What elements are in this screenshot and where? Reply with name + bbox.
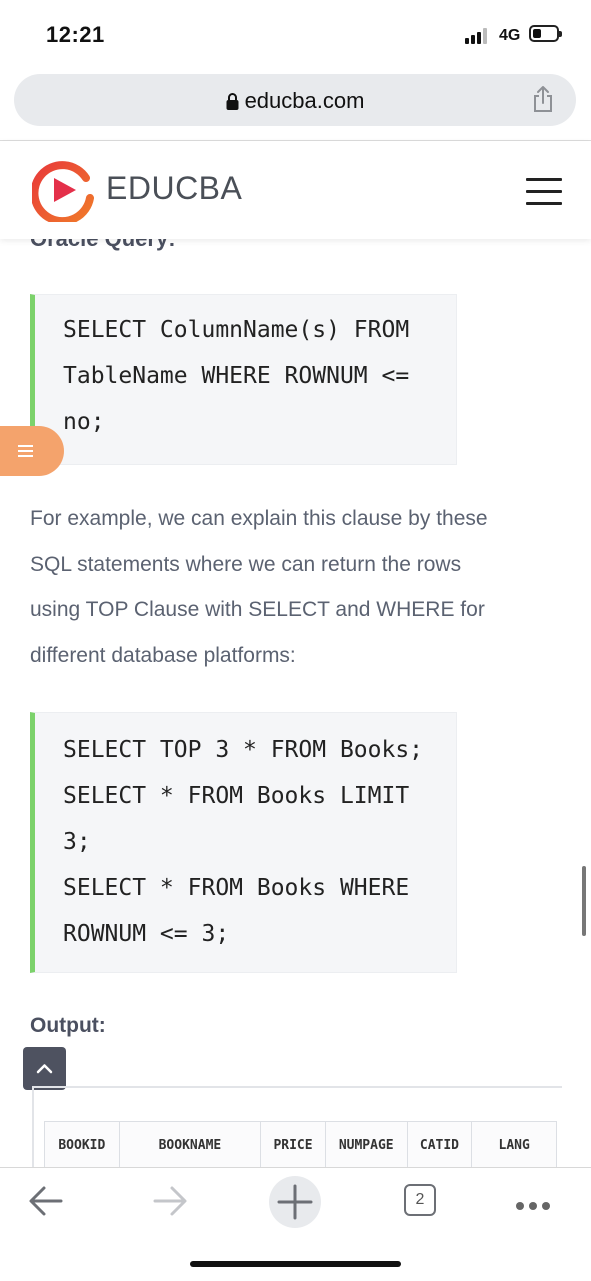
- home-indicator: [190, 1261, 401, 1267]
- forward-arrow-icon[interactable]: [152, 1184, 188, 1218]
- scroll-to-top-button[interactable]: [23, 1047, 66, 1090]
- site-header: EDUCBA: [0, 141, 591, 239]
- url-text: educba.com: [244, 88, 365, 113]
- table-header-cell: BOOKID: [45, 1122, 120, 1168]
- floating-menu-button[interactable]: [0, 426, 64, 476]
- signal-icon: [465, 28, 487, 44]
- browser-toolbar: 2: [0, 1167, 591, 1281]
- code-line: SELECT ColumnName(s) FROM: [63, 317, 410, 343]
- paragraph-line: different database platforms:: [30, 643, 296, 667]
- chevron-up-icon: [36, 1064, 53, 1074]
- code-line: no;: [63, 409, 105, 435]
- code-line: SELECT TOP 3 * FROM Books;: [63, 737, 424, 763]
- code-line: TableName WHERE ROWNUM <=: [63, 363, 410, 389]
- share-icon[interactable]: [532, 85, 554, 113]
- status-bar: 12:21 4G: [0, 0, 591, 70]
- more-options-icon[interactable]: [516, 1197, 555, 1215]
- scrollbar[interactable]: [582, 866, 586, 936]
- tab-switcher-button[interactable]: 2: [404, 1184, 436, 1216]
- code-block: SELECT ColumnName(s) FROM TableName WHER…: [30, 294, 457, 465]
- plus-icon: [277, 1184, 313, 1220]
- battery-icon: [529, 25, 562, 42]
- output-frame-left: [32, 1088, 34, 1168]
- brand-name[interactable]: EDUCBA: [106, 170, 242, 207]
- lock-icon: [226, 93, 239, 110]
- table-header-cell: PRICE: [261, 1122, 326, 1168]
- output-frame-top: [32, 1086, 562, 1088]
- educba-logo-icon[interactable]: [32, 158, 96, 222]
- paragraph-line: For example, we can explain this clause …: [30, 507, 488, 530]
- network-type: 4G: [499, 27, 521, 44]
- output-table-header: BOOKID BOOKNAME PRICE NUMPAGE CATID LANG: [44, 1121, 557, 1168]
- code-line: ROWNUM <= 3;: [63, 921, 230, 947]
- paragraph-line: SQL statements where we can return the r…: [30, 552, 462, 576]
- code-block: SELECT TOP 3 * FROM Books; SELECT * FROM…: [30, 712, 457, 973]
- article-paragraph: For example, we can explain this clause …: [30, 496, 540, 678]
- hamburger-menu-icon[interactable]: [526, 178, 562, 214]
- output-label: Output:: [30, 1014, 106, 1037]
- table-header-cell: LANG: [498, 1137, 530, 1153]
- url-display[interactable]: educba.com: [14, 88, 576, 114]
- back-arrow-icon[interactable]: [28, 1184, 64, 1218]
- paragraph-line: using TOP Clause with SELECT and WHERE f…: [30, 598, 485, 622]
- table-header-cell: CATID: [408, 1122, 473, 1168]
- code-line: 3;: [63, 829, 91, 855]
- table-header-cell: BOOKNAME: [120, 1122, 262, 1168]
- new-tab-button[interactable]: [269, 1176, 321, 1228]
- code-line: SELECT * FROM Books LIMIT: [63, 783, 410, 809]
- table-header-cell: NUMPAGE: [326, 1122, 408, 1168]
- address-bar[interactable]: educba.com: [14, 74, 576, 126]
- code-line: SELECT * FROM Books WHERE: [63, 875, 410, 901]
- status-time: 12:21: [46, 22, 105, 47]
